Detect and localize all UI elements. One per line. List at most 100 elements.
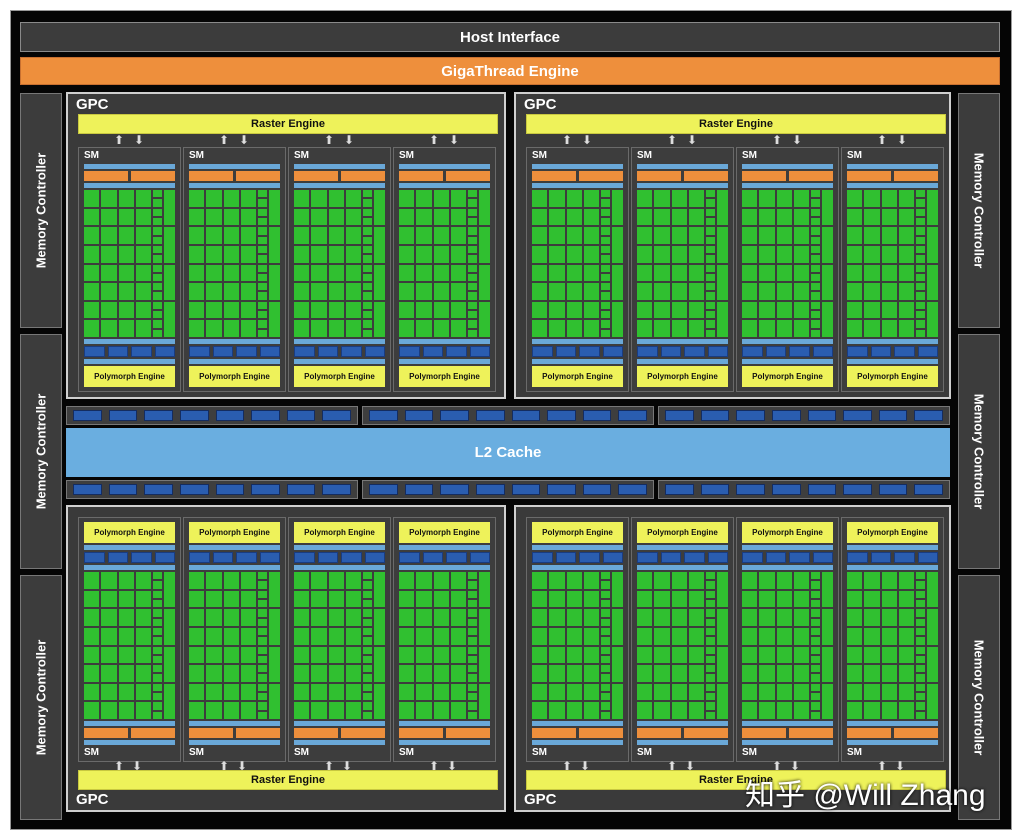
cuda-core (345, 208, 361, 226)
texture-unit (660, 552, 681, 563)
cuda-core (583, 283, 599, 300)
warp-scheduler (84, 728, 128, 738)
cuda-core (881, 208, 897, 226)
cuda-core (881, 320, 897, 337)
sm-label: SM (532, 747, 547, 758)
arrow-down-icon: ⬇ (131, 759, 143, 773)
sfu-unit (612, 572, 623, 608)
cuda-core (223, 208, 239, 226)
cuda-core (759, 572, 775, 589)
cuda-core (311, 627, 327, 645)
cuda-core (399, 227, 415, 244)
gpc-label: GPC (76, 791, 109, 808)
cuda-core (864, 283, 880, 300)
cuda-core (688, 590, 704, 608)
texture-unit (422, 552, 443, 563)
cuda-core (84, 683, 100, 701)
cuda-core (881, 609, 897, 626)
cuda-core (759, 702, 775, 719)
sfu-unit (479, 190, 490, 226)
cuda-core (416, 665, 432, 682)
warp-schedulers (189, 728, 280, 738)
ld-st-unit (363, 599, 372, 608)
cuda-core (240, 590, 256, 608)
cuda-core (688, 190, 704, 207)
cuda-core (654, 572, 670, 589)
ld-st-unit (153, 311, 162, 319)
cuda-core (881, 627, 897, 645)
cuda-core (206, 627, 222, 645)
cuda-core (742, 245, 758, 263)
ld-st-unit (916, 609, 925, 617)
l2-slice-strip (658, 406, 950, 425)
l2-slice (322, 484, 351, 495)
cuda-core (399, 646, 415, 664)
cuda-core (864, 264, 880, 282)
cuda-core (566, 572, 582, 589)
warp-scheduler (684, 171, 728, 181)
l2-slice (736, 484, 765, 495)
cuda-core (759, 683, 775, 701)
texture-unit (189, 552, 210, 563)
l2-slice (511, 410, 541, 421)
cuda-core (311, 190, 327, 207)
register-file (399, 183, 490, 188)
ld-st-unit (468, 674, 477, 682)
ld-st-unit (468, 320, 477, 328)
cuda-core (328, 245, 344, 263)
ld-st-unit (601, 618, 610, 626)
ld-st-unit (706, 572, 715, 580)
ld-st-unit (153, 227, 162, 235)
memory-controller-label: Memory Controller (33, 393, 49, 510)
cuda-core (671, 245, 687, 263)
cuda-core (759, 627, 775, 645)
sfu-unit (717, 264, 728, 300)
cuda-core (881, 572, 897, 589)
cuda-core (759, 264, 775, 282)
ld-st-unit (706, 599, 715, 608)
ld-st-unit (363, 674, 372, 682)
ld-st-unit (811, 711, 820, 719)
ld-st-unit (153, 329, 162, 337)
cuda-core (135, 227, 151, 244)
texture-unit (131, 552, 152, 563)
ld-st-unit (153, 245, 162, 254)
sfu-unit (822, 227, 833, 263)
sfu-unit (717, 190, 728, 226)
l2-slice (878, 410, 908, 421)
cuda-core (294, 627, 310, 645)
cuda-core (864, 572, 880, 589)
ld-st-unit (706, 655, 715, 664)
cuda-core (450, 590, 466, 608)
ld-st-unit (363, 301, 372, 310)
cuda-core (345, 627, 361, 645)
ld-st-unit (916, 301, 925, 310)
cuda-core (206, 572, 222, 589)
sfu-unit (927, 190, 938, 226)
cuda-core (101, 702, 117, 719)
cuda-core-grid (742, 572, 833, 719)
cuda-core (189, 227, 205, 244)
streaming-multiprocessor: SM Polymorph Engine (288, 147, 391, 392)
ld-st-unit (811, 683, 820, 692)
ld-st-unit (601, 590, 610, 598)
sm-label: SM (742, 150, 757, 161)
cuda-core (671, 702, 687, 719)
sm-label: SM (637, 150, 652, 161)
instruction-cache (742, 740, 833, 745)
cuda-core (671, 646, 687, 664)
cuda-core (898, 609, 914, 626)
cuda-core (223, 283, 239, 300)
texture-cache (294, 545, 385, 550)
cuda-core (847, 609, 863, 626)
ld-st-unit (258, 217, 267, 226)
ld-st-unit (363, 590, 372, 598)
l2-slice (475, 410, 505, 421)
cuda-core (135, 245, 151, 263)
texture-unit (765, 552, 786, 563)
ld-st-unit (706, 590, 715, 598)
ld-st-unit (811, 292, 820, 300)
ld-st-unit (258, 311, 267, 319)
cuda-core (776, 227, 792, 244)
l2-slice (914, 410, 943, 421)
